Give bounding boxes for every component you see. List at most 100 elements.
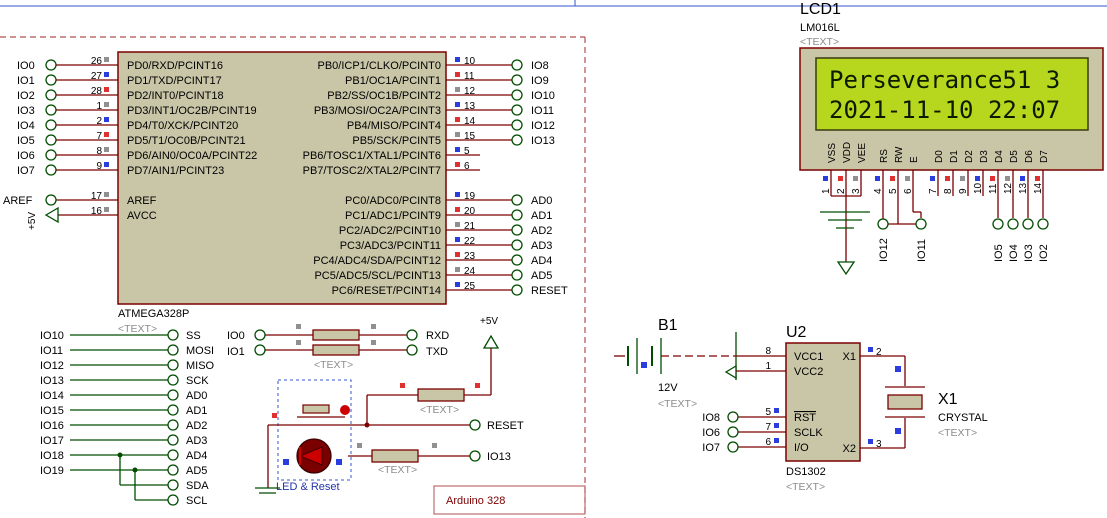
terminal[interactable] (167, 494, 179, 506)
terminal[interactable] (511, 284, 523, 296)
terminal[interactable] (45, 74, 57, 86)
lcd-d7-terminal[interactable] (1037, 218, 1049, 230)
pin-state-marker (930, 176, 935, 181)
pin-name: PD6/AIN0/OC0A/PCINT22 (127, 150, 257, 162)
terminal[interactable] (167, 449, 179, 461)
lcd-d5-terminal[interactable] (1007, 218, 1019, 230)
pin-number: 13 (1018, 182, 1029, 194)
pin-name: PB3/MOSI/OC2A/PCINT3 (314, 105, 441, 117)
alias-row[interactable]: SCL (167, 494, 207, 507)
schematic-canvas[interactable]: Arduino 328 ATMEGA328P <TEXT> IO0 26 PD0/R… (0, 0, 1107, 518)
terminal[interactable] (45, 164, 57, 176)
terminal[interactable] (511, 134, 523, 146)
terminal[interactable] (167, 479, 179, 491)
serial-resistors[interactable]: IO0 IO1 RXD TXD <TEXT> (227, 324, 449, 371)
pin-name: D4 (994, 150, 1005, 163)
pin-number: 9 (958, 188, 969, 194)
alias-row[interactable]: IO16 AD2 (40, 419, 207, 432)
battery-text-field: <TEXT> (658, 398, 697, 410)
terminal[interactable] (167, 344, 179, 356)
terminal[interactable] (727, 441, 739, 453)
terminal[interactable] (45, 59, 57, 71)
terminal[interactable] (511, 239, 523, 251)
terminal[interactable] (511, 119, 523, 131)
led-reset-label: LED & Reset (276, 481, 340, 493)
reset-button (302, 404, 330, 414)
terminal[interactable] (511, 104, 523, 116)
pin-state-marker (455, 222, 460, 227)
pin-state-marker (823, 176, 828, 181)
terminal[interactable] (511, 209, 523, 221)
rtc-part: DS1302 (786, 466, 826, 478)
pin-name: D6 (1024, 150, 1035, 163)
alias-row[interactable]: IO19 AD5 (40, 464, 207, 477)
alias-row[interactable]: IO12 MISO (40, 359, 215, 372)
terminal[interactable] (45, 119, 57, 131)
terminal[interactable] (167, 464, 179, 476)
rs-terminal[interactable] (877, 218, 889, 230)
lcd-d6-terminal[interactable] (1022, 218, 1034, 230)
terminal[interactable] (167, 419, 179, 431)
terminal[interactable] (45, 104, 57, 116)
pin-number: 11 (988, 183, 999, 194)
pin-name: PD7/AIN1/PCINT23 (127, 165, 224, 177)
pin-state-marker (838, 176, 843, 181)
alias-row[interactable]: IO14 AD0 (40, 389, 207, 402)
net-label: AD3 (531, 240, 552, 252)
rxd-label: RXD (426, 330, 449, 342)
pin-name: PC6/RESET/PCINT14 (332, 285, 441, 297)
alias-row[interactable]: IO18 AD4 (40, 449, 207, 462)
terminal[interactable] (511, 59, 523, 71)
pin-number: 2 (836, 188, 847, 194)
e-terminal[interactable] (915, 218, 927, 230)
terminal[interactable] (167, 389, 179, 401)
terminal[interactable] (167, 404, 179, 416)
pin-number: 8 (943, 188, 954, 194)
terminal[interactable] (511, 224, 523, 236)
alias-row[interactable]: IO17 AD3 (40, 434, 207, 447)
alias-row[interactable]: IO11 MOSI (40, 344, 214, 357)
lcd-line-2: 2021-11-10 22:07 (829, 96, 1060, 124)
battery-b1[interactable]: B1 12V <TEXT> (614, 317, 737, 410)
alias-left-label: IO14 (40, 390, 64, 402)
terminal[interactable] (167, 359, 179, 371)
alias-right-label: AD1 (186, 405, 207, 417)
terminal[interactable] (511, 74, 523, 86)
terminal[interactable] (727, 411, 739, 423)
pin-number: 14 (1033, 182, 1044, 194)
alias-row[interactable]: IO13 SCK (40, 374, 209, 387)
terminal[interactable] (45, 89, 57, 101)
alias-row[interactable]: SDA (167, 479, 209, 492)
terminal[interactable] (45, 149, 57, 161)
pin-state-marker (890, 176, 895, 181)
alias-row[interactable]: IO15 AD1 (40, 404, 207, 417)
pin-state-marker (104, 57, 109, 62)
vcc-supply: +5V (464, 316, 500, 396)
pin-name: PB5/SCK/PCINT5 (352, 135, 441, 147)
terminal[interactable] (167, 374, 179, 386)
pin-name: RS (879, 149, 890, 163)
terminal[interactable] (45, 134, 57, 146)
crystal-x1[interactable]: X1 CRYSTAL <TEXT> (860, 355, 988, 449)
aref-terminal[interactable] (45, 194, 57, 206)
rtc-ds1302[interactable]: U2 DS1302 <TEXT> (785, 324, 861, 493)
lcd-d4-terminal[interactable] (992, 218, 1004, 230)
pin-state-marker (455, 282, 460, 287)
terminal[interactable] (167, 434, 179, 446)
terminal[interactable] (511, 194, 523, 206)
lcd-ref: LCD1 (800, 1, 841, 18)
led-reset-block[interactable]: LED & Reset <TEXT> RESET IO13 <TEXT> (255, 379, 524, 494)
alias-right-label: AD2 (186, 420, 207, 432)
pin-state-marker (455, 147, 460, 152)
alias-left-label: IO12 (40, 360, 64, 372)
terminal[interactable] (511, 89, 523, 101)
terminal[interactable] (511, 269, 523, 281)
pin-name: PC3/ADC3/PCINT11 (340, 240, 441, 252)
pin-name: PD3/INT1/OC2B/PCINT19 (127, 105, 257, 117)
terminal[interactable] (727, 426, 739, 438)
terminal[interactable] (511, 254, 523, 266)
terminal[interactable] (167, 329, 179, 341)
pin-state-marker (455, 207, 460, 212)
pin-number: 3 (851, 188, 862, 194)
pin-number: 12 (1003, 182, 1014, 194)
